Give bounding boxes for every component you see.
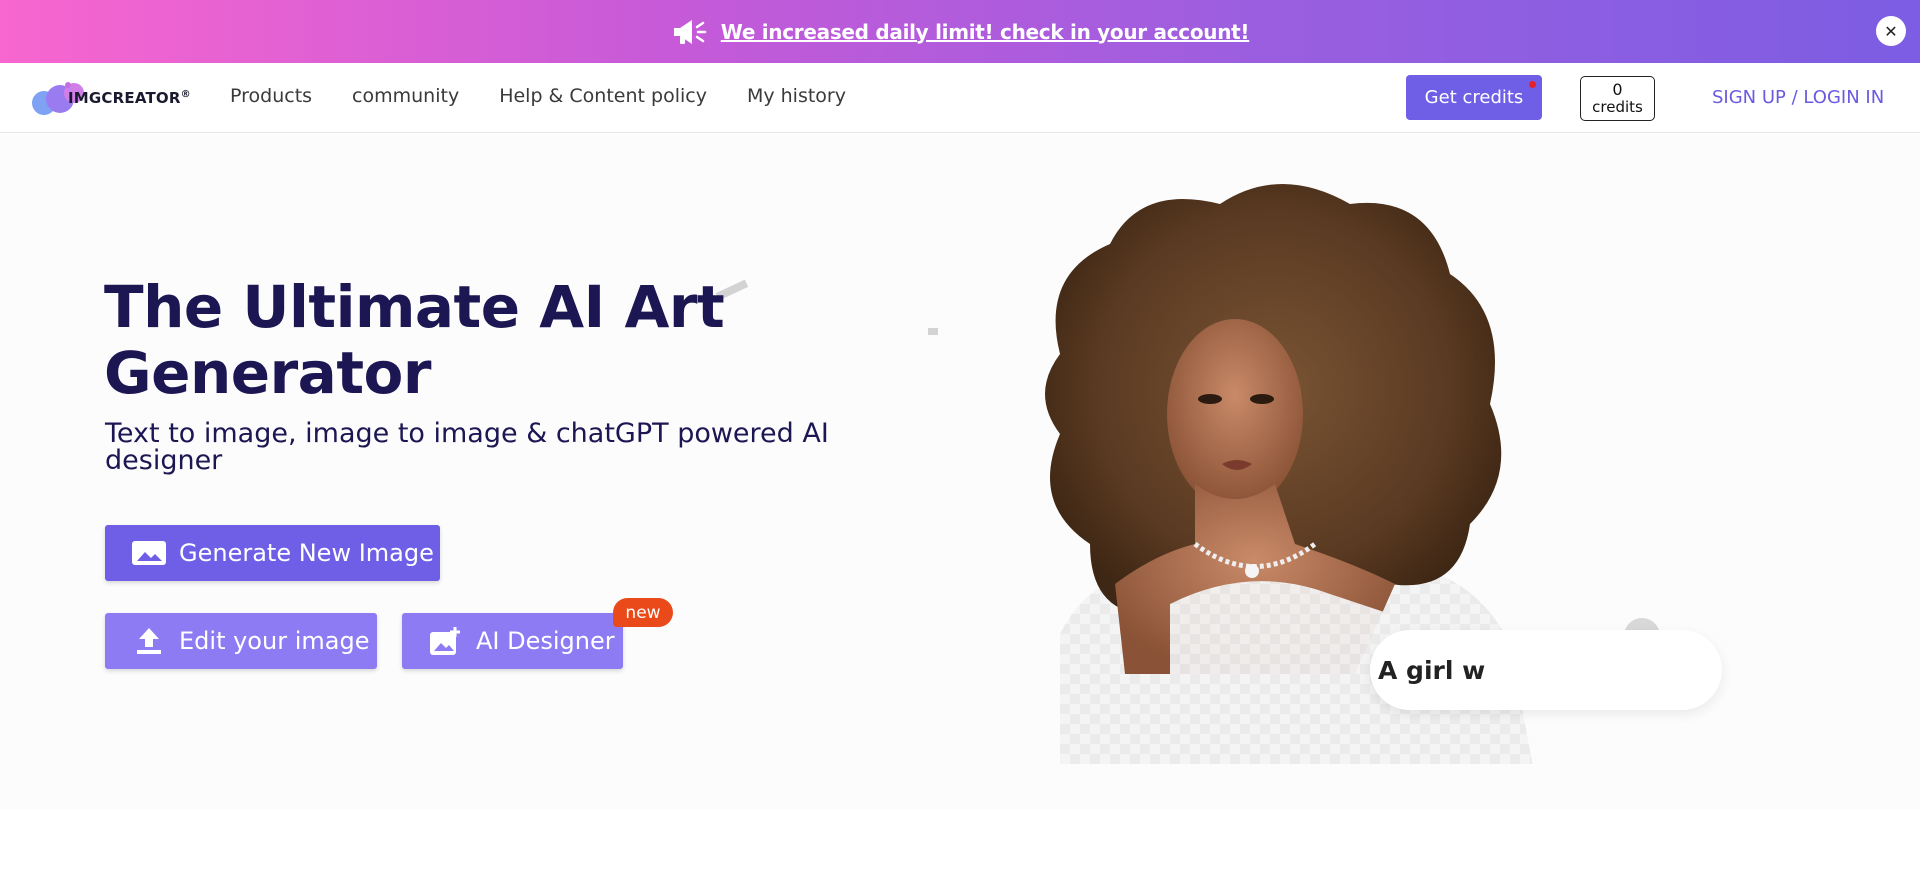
upload-icon [137,628,161,654]
nav-item-history[interactable]: My history [747,85,846,107]
prompt-text: A girl w [1378,655,1486,685]
credits-balance: 0 credits [1580,76,1655,121]
site-header: IMGCREATOR® Products community Help & Co… [0,63,1920,133]
generate-new-image-button[interactable]: Generate New Image [105,525,440,581]
image-icon [132,541,166,565]
announcement-banner: We increased daily limit! check in your … [0,0,1920,63]
logo[interactable]: IMGCREATOR® [30,75,191,121]
edit-label: Edit your image [179,627,370,655]
get-credits-label: Get credits [1424,87,1524,108]
hero-subtitle: Text to image, image to image & chatGPT … [105,418,829,476]
nav-item-help[interactable]: Help & Content policy [499,85,707,107]
new-badge: new [613,598,673,627]
get-credits-button[interactable]: Get credits [1406,75,1542,120]
prompt-typing-box: A girl w [1370,630,1722,710]
credits-count: 0 [1612,80,1623,100]
add-image-icon [430,627,460,655]
megaphone-icon [671,17,707,47]
hero-section: The Ultimate AI Art Generator Text to im… [0,134,1920,809]
main-nav: Products community Help & Content policy… [230,85,846,107]
close-icon[interactable]: ✕ [1876,16,1906,46]
nav-item-community[interactable]: community [352,85,459,107]
edit-image-button[interactable]: Edit your image [105,613,377,669]
ai-designer-button[interactable]: AI Designer [402,613,623,669]
notification-dot [1529,81,1536,88]
credits-label: credits [1592,98,1643,117]
generate-label: Generate New Image [179,539,434,567]
signup-login-link[interactable]: SIGN UP / LOGIN IN [1712,87,1884,108]
logo-text: IMGCREATOR® [68,89,191,107]
decorative-dash [928,328,938,335]
banner-content: We increased daily limit! check in your … [671,17,1250,47]
ai-designer-label: AI Designer [476,627,615,655]
nav-item-products[interactable]: Products [230,85,312,107]
banner-message-link[interactable]: We increased daily limit! check in your … [721,20,1250,44]
hero-title: The Ultimate AI Art Generator [104,273,725,407]
